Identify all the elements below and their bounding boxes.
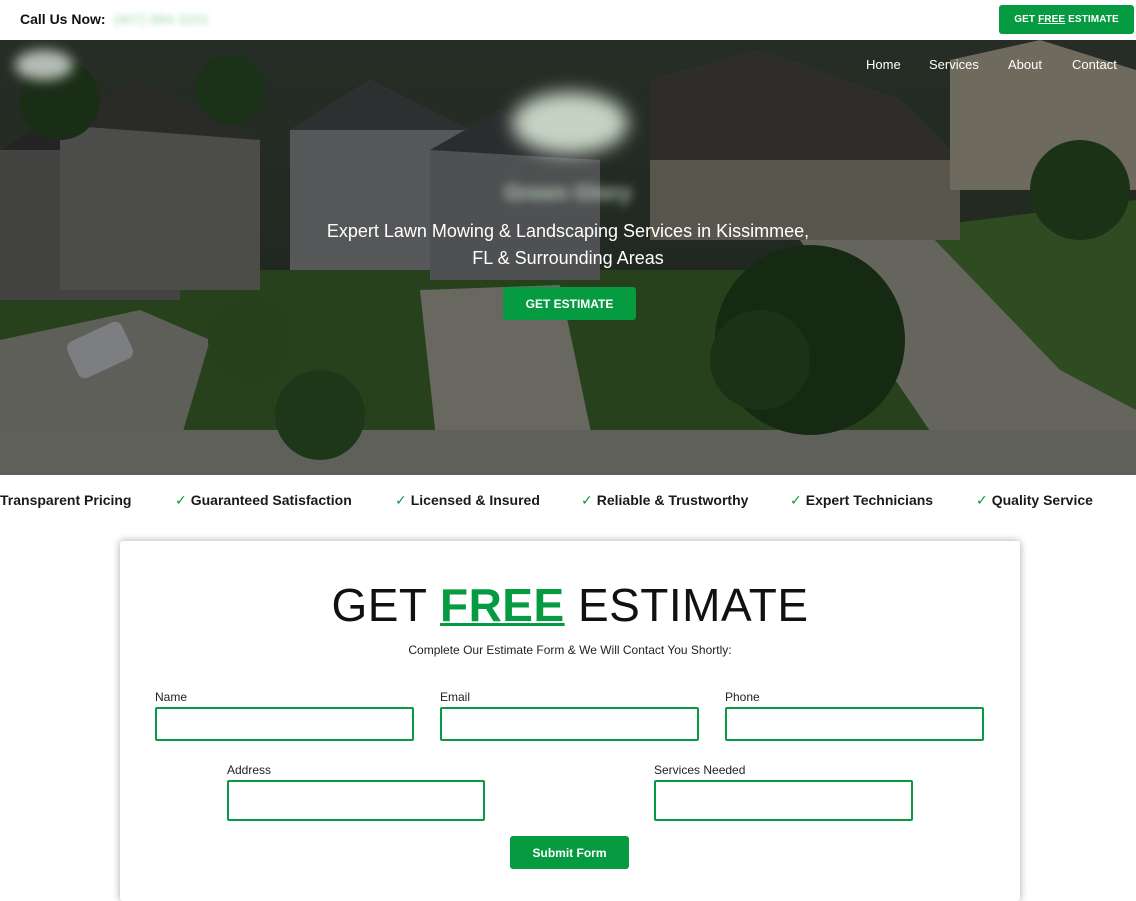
cta-suffix: ESTIMATE: [1068, 14, 1119, 25]
form-subtitle: Complete Our Estimate Form & We Will Con…: [408, 643, 732, 657]
submit-form-button[interactable]: Submit Form: [510, 836, 629, 869]
services-label: Services Needed: [654, 763, 746, 777]
check-icon: ✓: [976, 492, 988, 508]
name-label: Name: [155, 690, 188, 704]
form-heading: GET FREE ESTIMATE: [331, 579, 809, 631]
nav-about[interactable]: About: [1008, 57, 1042, 72]
name-input[interactable]: [155, 707, 414, 741]
nav-services[interactable]: Services: [929, 57, 979, 72]
get-estimate-button[interactable]: GET ESTIMATE: [503, 287, 636, 320]
site-logo[interactable]: [15, 50, 73, 80]
hero-section: Home Services About Contact Green Glory …: [0, 40, 1136, 475]
check-icon: ✓: [790, 492, 802, 508]
nav-home[interactable]: Home: [866, 57, 901, 72]
hero-title: Expert Lawn Mowing & Landscaping Service…: [326, 221, 810, 268]
cta-prefix: GET: [1014, 14, 1036, 25]
get-free-estimate-button[interactable]: GET FREE ESTIMATE: [999, 5, 1134, 34]
call-label: Call Us Now:: [20, 11, 106, 27]
call-us: Call Us Now: (407) 864-3201: [20, 11, 209, 27]
nav-contact[interactable]: Contact: [1072, 57, 1117, 72]
check-icon: ✓: [175, 492, 187, 508]
feature-item: ✓ Quality Service: [976, 492, 1093, 508]
brand-name: Green Glory: [504, 180, 632, 205]
phone-label: Phone: [725, 690, 760, 704]
estimate-form-card: GET FREE ESTIMATE Complete Our Estimate …: [120, 541, 1020, 901]
services-needed-input[interactable]: [654, 780, 913, 821]
address-input[interactable]: [227, 780, 485, 821]
heading-highlight: FREE: [439, 579, 565, 631]
feature-item: ✓ Guaranteed Satisfaction: [175, 492, 352, 508]
check-icon: ✓: [395, 492, 407, 508]
feature-item: ✓ Licensed & Insured: [395, 492, 540, 508]
feature-item: Transparent Pricing: [0, 492, 132, 508]
check-icon: ✓: [581, 492, 593, 508]
feature-item: ✓ Expert Technicians: [790, 492, 934, 508]
address-label: Address: [227, 763, 272, 777]
feature-item: ✓ Reliable & Trustworthy: [581, 492, 749, 508]
phone-input[interactable]: [725, 707, 984, 741]
features-strip: Transparent Pricing ✓ Guaranteed Satisfac…: [0, 492, 1136, 512]
cta-highlight: FREE: [1038, 14, 1066, 25]
phone-number-link[interactable]: (407) 864-3201: [113, 11, 209, 27]
email-input[interactable]: [440, 707, 699, 741]
top-bar: Call Us Now: (407) 864-3201 GET FREE EST…: [0, 0, 1136, 40]
brand-logo-icon: [512, 92, 628, 154]
email-label: Email: [440, 690, 471, 704]
